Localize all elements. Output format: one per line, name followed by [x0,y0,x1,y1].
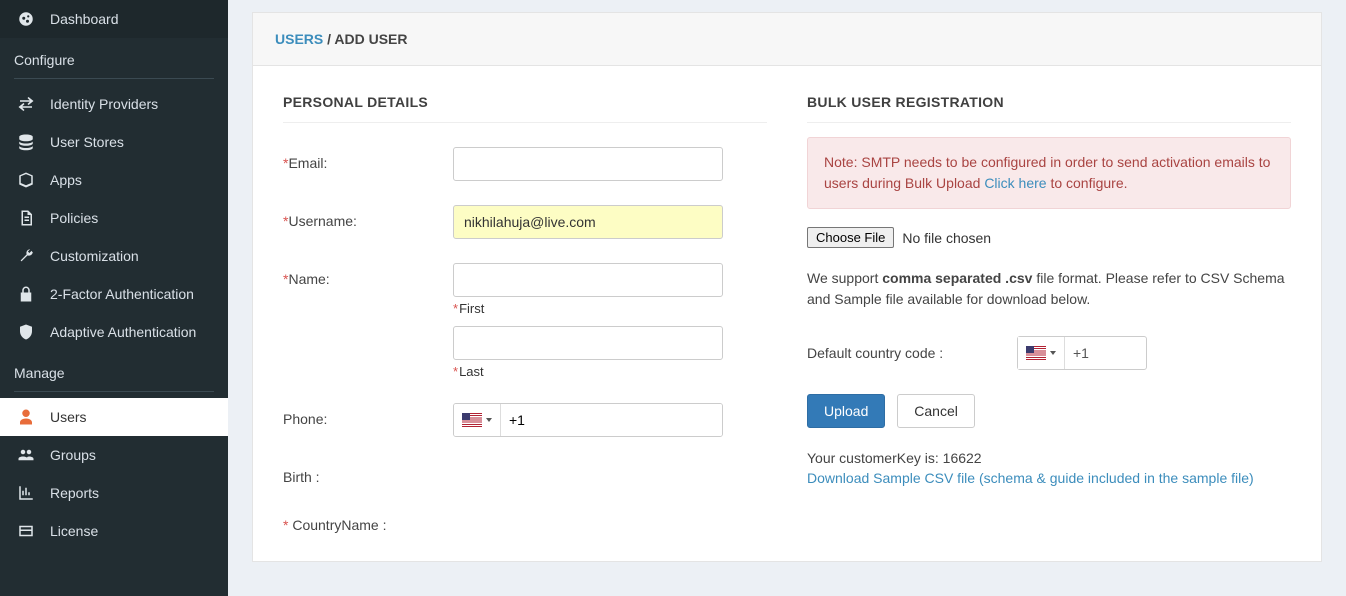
bulk-registration-section: BULK USER REGISTRATION Note: SMTP needs … [807,94,1291,533]
exchange-icon [14,95,38,113]
default-cc-selector[interactable]: +1 [1017,336,1147,370]
email-input[interactable] [453,147,723,181]
card-icon [14,522,38,540]
main-content: USERS / ADD USER PERSONAL DETAILS *Email… [228,0,1346,596]
sidebar-item-label: User Stores [50,134,124,150]
shield-icon [14,323,38,341]
name-label: Name: [288,271,329,287]
sidebar-item-label: Users [50,409,87,425]
sidebar-item-user-stores[interactable]: User Stores [0,123,228,161]
panel: USERS / ADD USER PERSONAL DETAILS *Email… [252,12,1322,562]
download-sample-link[interactable]: Download Sample CSV file (schema & guide… [807,470,1291,486]
sidebar-item-label: Identity Providers [50,96,158,112]
row-birth: Birth : [283,461,767,485]
sidebar: Dashboard Configure Identity Providers U… [0,0,228,596]
users-icon [14,446,38,464]
row-country: * CountryName : [283,509,767,533]
sidebar-item-label: Policies [50,210,98,226]
sidebar-item-reports[interactable]: Reports [0,474,228,512]
row-email: *Email: [283,147,767,181]
default-cc-label: Default country code : [807,345,1017,361]
flag-us-icon [1026,346,1046,360]
sidebar-item-label: Adaptive Authentication [50,324,196,340]
username-input[interactable] [453,205,723,239]
chevron-down-icon [486,418,492,422]
birth-label: Birth : [283,469,320,485]
note-link[interactable]: Click here [984,175,1046,191]
sidebar-item-users[interactable]: Users [0,398,228,436]
sidebar-item-label: Apps [50,172,82,188]
section-title-bulk: BULK USER REGISTRATION [807,94,1291,123]
row-name: *Name: *First *Last [283,263,767,379]
file-upload-row: Choose File No file chosen [807,227,1291,248]
user-icon [14,408,38,426]
email-label: Email: [288,155,327,171]
smtp-note-alert: Note: SMTP needs to be configured in ord… [807,137,1291,209]
sidebar-item-label: Reports [50,485,99,501]
last-sublabel: Last [459,364,484,379]
username-label: Username: [288,213,356,229]
chevron-down-icon [1050,351,1056,355]
sidebar-item-dashboard[interactable]: Dashboard [0,0,228,38]
first-name-input[interactable] [453,263,723,297]
sidebar-item-adaptive-auth[interactable]: Adaptive Authentication [0,313,228,351]
phone-label: Phone: [283,411,327,427]
sidebar-item-label: Dashboard [50,11,119,27]
file-status: No file chosen [902,230,991,246]
support-bold: comma separated .csv [882,270,1032,286]
personal-details-section: PERSONAL DETAILS *Email: *Username: *Nam… [283,94,767,533]
sidebar-item-2factor[interactable]: 2-Factor Authentication [0,275,228,313]
row-phone: Phone: [283,403,767,437]
breadcrumb-sep: / [323,31,334,47]
choose-file-button[interactable]: Choose File [807,227,894,248]
sidebar-item-apps[interactable]: Apps [0,161,228,199]
sidebar-section-manage: Manage [14,355,214,392]
sidebar-item-label: Groups [50,447,96,463]
document-icon [14,209,38,227]
first-sublabel: First [459,301,484,316]
database-icon [14,133,38,151]
sidebar-item-label: Customization [50,248,139,264]
breadcrumb-current: ADD USER [334,31,407,47]
country-label: CountryName : [288,517,386,533]
breadcrumb-users-link[interactable]: USERS [275,31,323,47]
note-suffix: to configure. [1047,175,1128,191]
sidebar-section-configure: Configure [14,42,214,79]
support-text: We support comma separated .csv file for… [807,268,1291,310]
sidebar-item-license[interactable]: License [0,512,228,550]
cancel-button[interactable]: Cancel [897,394,975,428]
sidebar-item-customization[interactable]: Customization [0,237,228,275]
row-username: *Username: [283,205,767,239]
section-title-personal: PERSONAL DETAILS [283,94,767,123]
default-cc-value: +1 [1065,345,1089,361]
lock-icon [14,285,38,303]
sidebar-item-label: 2-Factor Authentication [50,286,194,302]
chart-icon [14,484,38,502]
sidebar-item-identity-providers[interactable]: Identity Providers [0,85,228,123]
breadcrumb: USERS / ADD USER [253,13,1321,66]
customer-key-value: 16622 [943,450,982,466]
phone-input[interactable] [501,404,722,436]
upload-button[interactable]: Upload [807,394,885,428]
last-name-input[interactable] [453,326,723,360]
sidebar-item-policies[interactable]: Policies [0,199,228,237]
sidebar-item-groups[interactable]: Groups [0,436,228,474]
customer-key-line: Your customerKey is: 16622 [807,450,1291,466]
bulk-buttons: Upload Cancel [807,394,1291,428]
flag-us-icon [462,413,482,427]
default-country-code-row: Default country code : +1 [807,336,1291,370]
sidebar-item-label: License [50,523,98,539]
dashboard-icon [14,10,38,28]
phone-country-selector[interactable] [454,404,501,436]
wrench-icon [14,247,38,265]
box-icon [14,171,38,189]
